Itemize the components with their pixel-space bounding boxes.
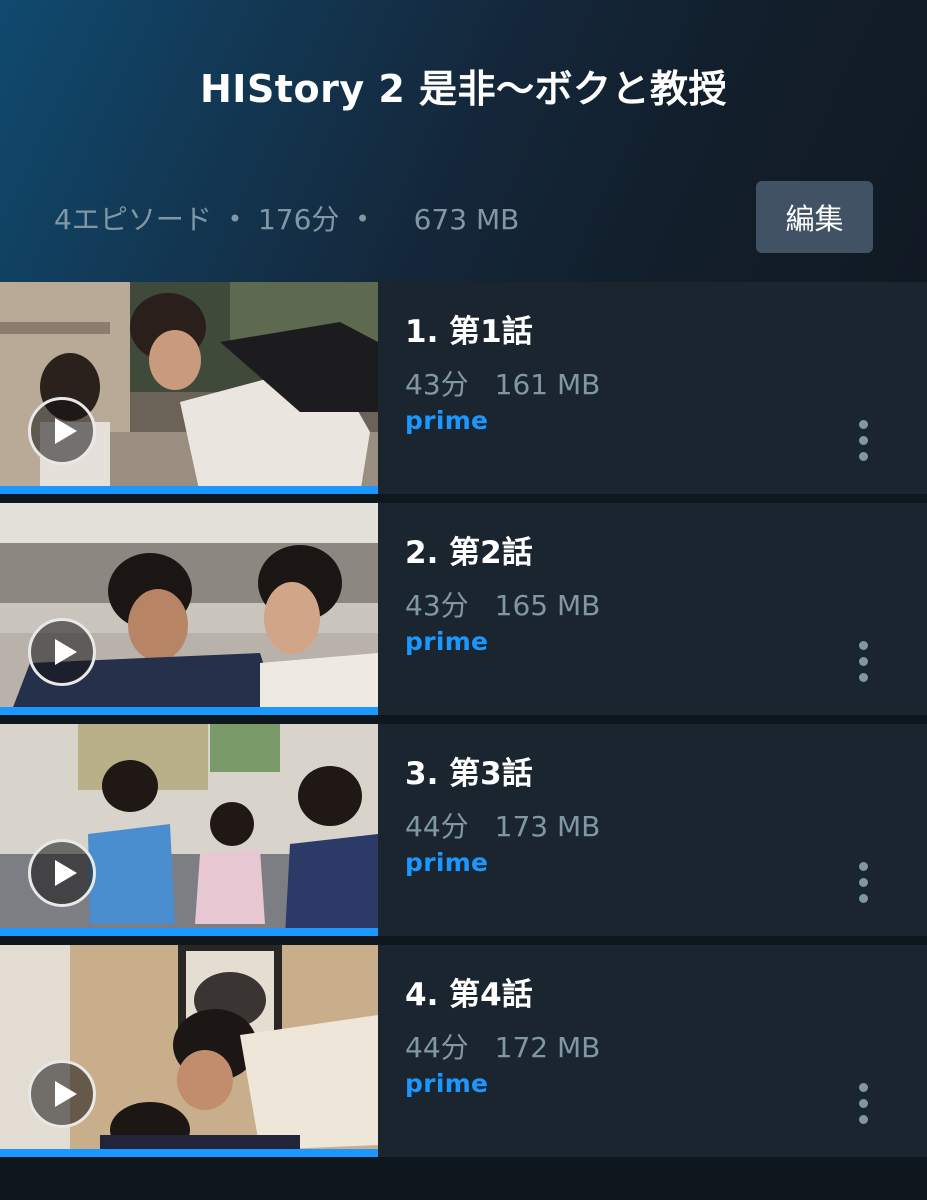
episode-thumbnail[interactable] [0,503,378,715]
episode-thumbnail[interactable] [0,282,378,494]
episode-count: 4エピソード [54,203,212,236]
more-vertical-icon [859,420,868,429]
edit-button[interactable]: 編集 [756,181,873,253]
separator-dot: • [227,205,242,233]
more-options-button[interactable] [850,639,876,685]
episode-size: 172 MB [494,1031,601,1064]
episode-title[interactable]: 3. 第3話 [405,748,533,793]
episode-meta: 44分 172 MB [405,1026,600,1066]
episode-duration: 43分 [405,368,469,401]
prime-badge: prime [405,627,489,656]
episode-title[interactable]: 2. 第2話 [405,527,533,572]
more-options-button[interactable] [850,860,876,906]
episode-row[interactable]: 4. 第4話 44分 172 MB prime [0,945,927,1157]
more-vertical-icon [859,641,868,650]
prime-badge: prime [405,848,489,877]
episode-title[interactable]: 1. 第1話 [405,306,533,351]
episode-size: 161 MB [494,368,601,401]
episode-title[interactable]: 4. 第4話 [405,969,533,1014]
episode-size: 173 MB [494,810,601,843]
episode-meta: 44分 173 MB [405,805,600,845]
watch-progress-bar [0,486,378,494]
play-icon [55,418,77,444]
more-options-button[interactable] [850,418,876,464]
episode-duration: 44分 [405,810,469,843]
more-options-button[interactable] [850,1081,876,1127]
prime-badge: prime [405,406,489,435]
watch-progress-bar [0,928,378,936]
episode-size: 165 MB [494,589,601,622]
more-vertical-icon [859,1083,868,1092]
play-button[interactable] [28,618,96,686]
episode-row[interactable]: 3. 第3話 44分 173 MB prime [0,724,927,936]
total-duration: 176分 [257,203,340,236]
episode-duration: 44分 [405,1031,469,1064]
download-summary: 4エピソード • 176分 • 673 MB [54,198,519,238]
episode-thumbnail[interactable] [0,945,378,1157]
play-button[interactable] [28,397,96,465]
more-vertical-icon [859,862,868,871]
prime-badge: prime [405,1069,489,1098]
episode-meta: 43分 165 MB [405,584,600,624]
play-icon [55,1081,77,1107]
watch-progress-bar [0,1149,378,1157]
episode-meta: 43分 161 MB [405,363,600,403]
episode-thumbnail[interactable] [0,724,378,936]
watch-progress-bar [0,707,378,715]
separator-dot: • [355,205,370,233]
play-button[interactable] [28,839,96,907]
episode-row[interactable]: 2. 第2話 43分 165 MB prime [0,503,927,715]
play-button[interactable] [28,1060,96,1128]
episode-duration: 43分 [405,589,469,622]
header: HIStory 2 是非～ボクと教授 4エピソード • 176分 • 673 MB 編集 [0,0,927,282]
play-icon [55,860,77,886]
page-title: HIStory 2 是非～ボクと教授 [200,67,727,111]
total-size: 673 MB [413,203,520,236]
episode-row[interactable]: 1. 第1話 43分 161 MB prime [0,282,927,494]
play-icon [55,639,77,665]
